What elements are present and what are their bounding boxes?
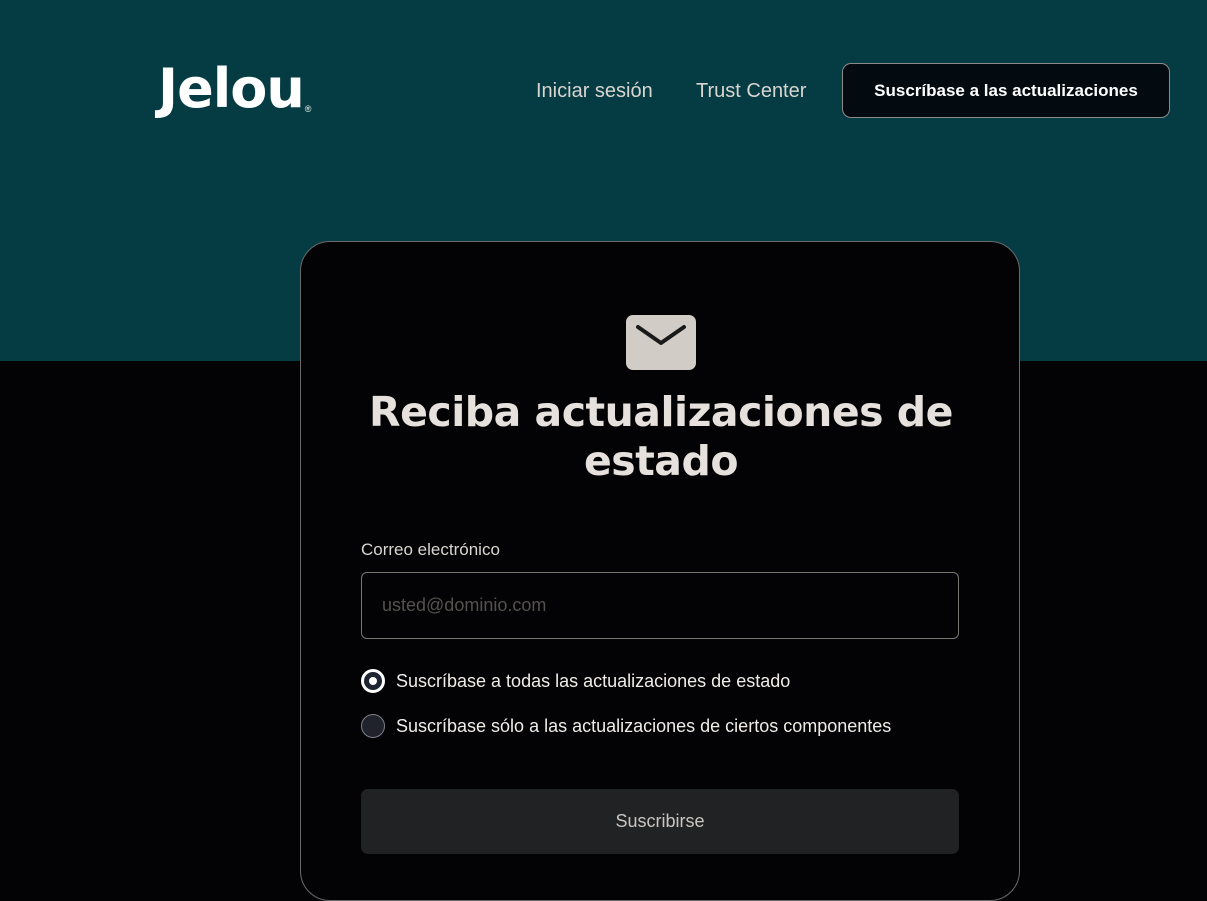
trust-center-link[interactable]: Trust Center (696, 78, 806, 104)
site-header: Jelou ® Iniciar sesión Trust Center Susc… (0, 0, 1207, 180)
radio-dot (369, 677, 377, 685)
brand-logo[interactable]: Jelou ® (158, 58, 311, 118)
email-field[interactable] (361, 572, 959, 639)
registered-mark: ® (304, 104, 312, 114)
radio-button-unselected[interactable] (361, 714, 385, 738)
radio-option-all-updates[interactable]: Suscríbase a todas las actualizaciones d… (361, 669, 790, 693)
logo-wordmark: Jelou (158, 57, 305, 120)
envelope-icon (626, 315, 696, 370)
email-label: Correo electrónico (361, 540, 500, 559)
card-title: Reciba actualizaciones de estado (369, 388, 953, 485)
subscribe-updates-button[interactable]: Suscríbase a las actualizaciones (842, 63, 1170, 118)
radio-inner (364, 672, 382, 690)
radio-label-some-components: Suscríbase sólo a las actualizaciones de… (396, 716, 892, 736)
radio-button-selected[interactable] (361, 669, 385, 693)
subscribe-submit-button[interactable]: Suscribirse (361, 789, 959, 854)
subscribe-card: Reciba actualizaciones de estado Correo … (300, 241, 1020, 901)
login-link[interactable]: Iniciar sesión (536, 78, 653, 104)
radio-option-some-components[interactable]: Suscríbase sólo a las actualizaciones de… (361, 714, 891, 738)
radio-label-all-updates: Suscríbase a todas las actualizaciones d… (396, 671, 791, 691)
